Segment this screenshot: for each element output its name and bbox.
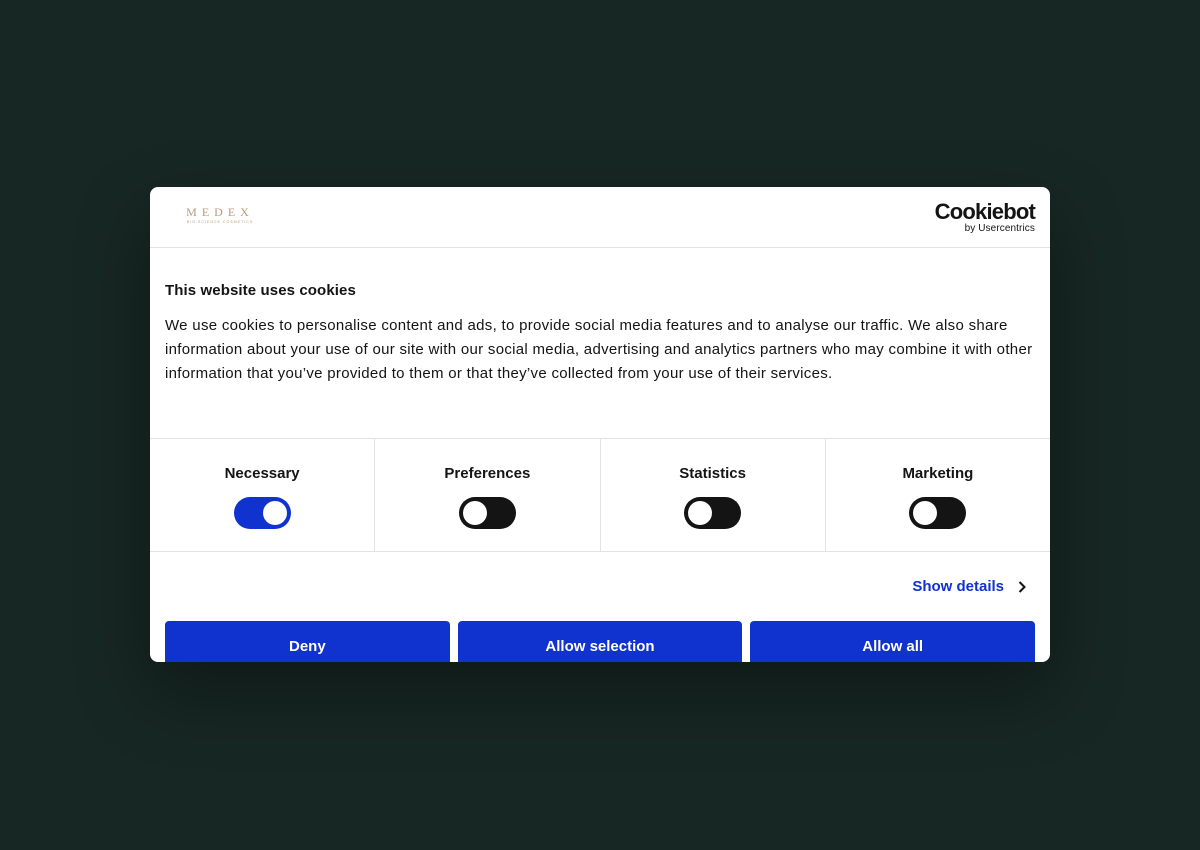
toggle-preferences: Preferences [375, 439, 601, 551]
toggle-label-preferences: Preferences [444, 465, 531, 482]
necessary-switch[interactable] [233, 497, 291, 529]
brand-logo-tagline: BIO SCIENCE COSMETICS [187, 220, 254, 224]
switch-knob [688, 501, 713, 525]
toggle-label-marketing: Marketing [902, 465, 974, 482]
cookiebot-name: Cookiebot [934, 199, 1036, 224]
deny-button[interactable]: Deny [165, 621, 450, 662]
toggle-marketing: Marketing [826, 439, 1050, 551]
consent-buttons: Deny Allow selection Allow all [150, 621, 1050, 662]
cookiebot-byline: by Usercentrics [964, 223, 1035, 234]
switch-knob [913, 501, 938, 525]
chevron-right-icon [1018, 581, 1026, 593]
marketing-switch[interactable] [909, 497, 967, 529]
consent-title: This website uses cookies [165, 282, 356, 299]
switch-knob [462, 501, 487, 525]
dialog-header: MEDEX BIO SCIENCE COSMETICS Cookiebot by… [150, 187, 1050, 248]
consent-text: We use cookies to personalise content an… [165, 317, 1033, 382]
toggle-label-statistics: Statistics [679, 465, 746, 482]
consent-toggles: Necessary Preferences Statistics Marketi… [150, 439, 1050, 552]
allow-selection-button[interactable]: Allow selection [457, 621, 743, 662]
toggle-label-necessary: Necessary [224, 465, 300, 482]
cookie-consent-dialog: MEDEX BIO SCIENCE COSMETICS Cookiebot by… [150, 187, 1050, 662]
details-row: Show details [150, 552, 1050, 621]
preferences-switch[interactable] [458, 497, 516, 529]
allow-all-button[interactable]: Allow all [750, 621, 1036, 662]
show-details-label: Show details [912, 578, 1004, 595]
medex-logo: MEDEX BIO SCIENCE COSMETICS [186, 206, 254, 224]
switch-knob [262, 501, 287, 525]
consent-body: This website uses cookies We use cookies… [150, 248, 1050, 439]
brand-logo-text: MEDEX [186, 206, 254, 219]
show-details-link[interactable]: Show details [912, 578, 1026, 596]
statistics-switch[interactable] [684, 497, 742, 529]
toggle-statistics: Statistics [601, 439, 826, 551]
cookiebot-logo: Cookiebot by Usercentrics [934, 199, 1036, 235]
toggle-necessary: Necessary [150, 439, 376, 551]
